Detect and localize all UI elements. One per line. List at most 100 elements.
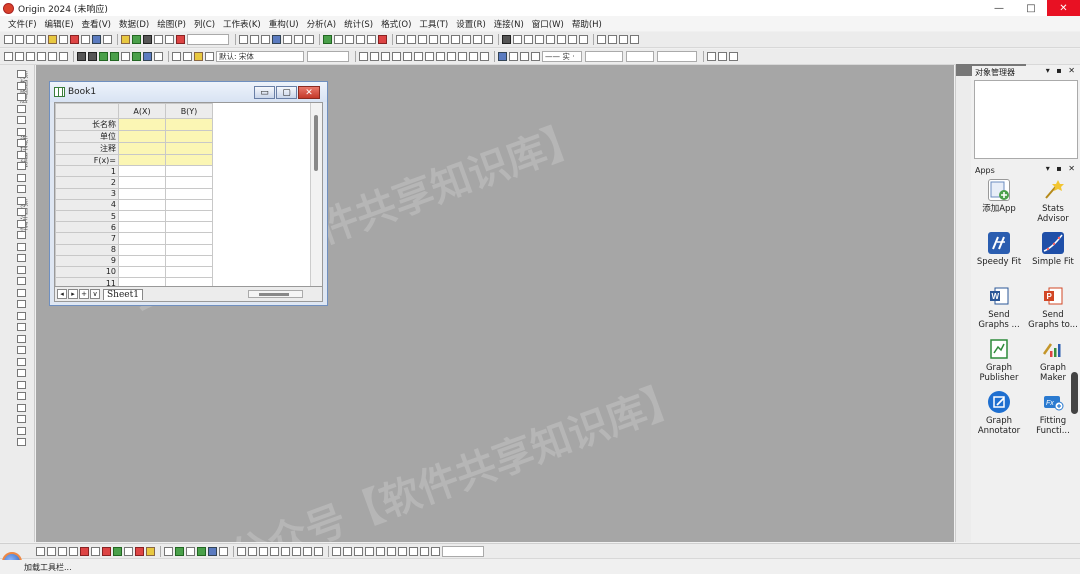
polar-icon[interactable] — [135, 546, 144, 556]
border-icon[interactable] — [718, 52, 727, 61]
label-cell[interactable] — [118, 142, 166, 155]
add-column-y-icon[interactable] — [407, 35, 416, 44]
save-icon[interactable] — [143, 35, 152, 44]
column-header-a[interactable]: A(X) — [118, 103, 166, 119]
vertical-scrollbar[interactable] — [310, 103, 322, 287]
fill-pattern-icon[interactable] — [509, 52, 518, 61]
superscript-icon[interactable] — [392, 52, 401, 61]
label-cell[interactable] — [118, 118, 166, 131]
font-size-combo[interactable] — [307, 51, 349, 62]
pointer-icon[interactable] — [17, 70, 26, 78]
text-tool-icon[interactable] — [205, 52, 214, 61]
set-x-icon[interactable] — [535, 35, 544, 44]
menu-tools[interactable]: 工具(T) — [419, 18, 448, 30]
object-align-top-icon[interactable] — [259, 546, 268, 556]
import-csv-icon[interactable] — [92, 35, 101, 44]
maximize-button[interactable]: □ — [1015, 0, 1047, 16]
menu-edit[interactable]: 编辑(E) — [45, 18, 74, 30]
pin-icon[interactable] — [17, 380, 26, 389]
fill-pattern-2-icon[interactable] — [707, 52, 716, 61]
data-cell[interactable] — [165, 254, 213, 267]
new-layout-icon[interactable] — [59, 35, 68, 44]
list-icon[interactable] — [17, 300, 26, 308]
workbook-title-bar[interactable]: Book1 ▭ ▢ ✕ — [50, 82, 327, 102]
ternary-icon[interactable] — [146, 546, 155, 556]
row-header[interactable]: 9 — [55, 254, 119, 267]
menu-plot[interactable]: 绘图(P) — [157, 18, 186, 30]
label-row-formula[interactable]: F(x)= — [55, 153, 119, 167]
project-explorer-icon[interactable] — [305, 35, 314, 44]
freehand-icon[interactable] — [17, 334, 26, 343]
row-header[interactable]: 2 — [55, 176, 119, 189]
area-icon[interactable] — [113, 546, 122, 556]
column-stats-icon[interactable] — [429, 35, 438, 44]
new-graph-icon[interactable] — [26, 35, 35, 44]
duplicate-icon[interactable] — [261, 35, 270, 44]
fill-color-icon[interactable] — [183, 52, 192, 61]
box-plot-icon[interactable] — [164, 546, 173, 556]
label-cell[interactable] — [165, 153, 213, 167]
import-wizard-icon[interactable] — [81, 35, 90, 44]
menu-connectivity[interactable]: 连接(N) — [494, 18, 524, 30]
bold-icon[interactable] — [359, 52, 368, 61]
set-z-icon[interactable] — [557, 35, 566, 44]
area-plot-icon[interactable] — [110, 52, 119, 61]
frequency-icon[interactable] — [451, 35, 460, 44]
app-add-app[interactable]: 添加App — [972, 177, 1026, 230]
menu-view[interactable]: 查看(V) — [82, 18, 111, 30]
data-cell[interactable] — [118, 165, 166, 178]
object-width-icon[interactable] — [303, 546, 312, 556]
data-reader-icon[interactable] — [17, 139, 26, 147]
column-header-b[interactable]: B(Y) — [165, 103, 213, 119]
heatmap-icon[interactable] — [197, 546, 206, 556]
theme-icon[interactable] — [502, 35, 511, 44]
data-cell[interactable] — [165, 221, 213, 234]
data-cell[interactable] — [165, 232, 213, 245]
filter-icon[interactable] — [462, 35, 471, 44]
move-up-icon[interactable] — [608, 35, 617, 44]
sort-icon[interactable] — [418, 35, 427, 44]
workbook-window[interactable]: Book1 ▭ ▢ ✕ A(X) B(Y) 长名称 单位 注释 F(x)= 1 … — [49, 81, 328, 306]
corner-cell[interactable] — [55, 103, 119, 119]
app-simple-fit[interactable]: Simple Fit — [1026, 230, 1080, 283]
workbook-minimize-button[interactable]: ▭ — [254, 86, 275, 99]
text-color-icon[interactable] — [172, 52, 181, 61]
scatter-icon[interactable] — [69, 546, 78, 556]
horizontal-scrollbar[interactable] — [248, 290, 303, 298]
data-selector-icon[interactable] — [17, 162, 26, 170]
row-header[interactable]: 6 — [55, 221, 119, 234]
workbook-maximize-button[interactable]: ▢ — [276, 86, 297, 99]
object-manager-controls[interactable]: ▾ ▪ ✕ — [1046, 66, 1077, 75]
set-label-icon[interactable] — [579, 35, 588, 44]
label-cell[interactable] — [118, 153, 166, 167]
auto-update-icon[interactable] — [513, 35, 522, 44]
data-cell[interactable] — [165, 243, 213, 256]
reapply-filter-icon[interactable] — [484, 35, 493, 44]
align-center-icon[interactable] — [469, 52, 478, 61]
import-icon[interactable] — [70, 35, 79, 44]
row-header[interactable]: 4 — [55, 198, 119, 211]
zoom-out-icon[interactable] — [37, 52, 46, 61]
plot-details-icon[interactable] — [367, 35, 376, 44]
zoom-out-tool-icon[interactable] — [17, 104, 26, 113]
menu-worksheet[interactable]: 工作表(K) — [223, 18, 261, 30]
app-send-graphs-ppt[interactable]: P Send Graphs to... — [1026, 283, 1080, 336]
pattern-combo[interactable] — [626, 51, 654, 62]
object-align-left-icon[interactable] — [237, 546, 246, 556]
contour-icon[interactable] — [186, 546, 195, 556]
label-cell[interactable] — [165, 130, 213, 143]
row-header[interactable]: 7 — [55, 232, 119, 245]
object-align-right-icon[interactable] — [248, 546, 257, 556]
histogram-icon[interactable] — [175, 546, 184, 556]
print-icon[interactable] — [239, 35, 248, 44]
new-matrix-icon[interactable] — [37, 35, 46, 44]
swap-mask-icon[interactable] — [354, 546, 363, 556]
open-sample-icon[interactable] — [132, 35, 141, 44]
increase-font-icon[interactable] — [436, 52, 445, 61]
pattern-color-icon[interactable] — [531, 52, 540, 61]
column-plot-icon[interactable] — [99, 52, 108, 61]
menu-preferences[interactable]: 设置(R) — [456, 18, 486, 30]
unmask-icon[interactable] — [343, 546, 352, 556]
data-cell[interactable] — [165, 209, 213, 223]
apps-header[interactable]: Apps ▾ ▪ ✕ — [972, 164, 1080, 176]
